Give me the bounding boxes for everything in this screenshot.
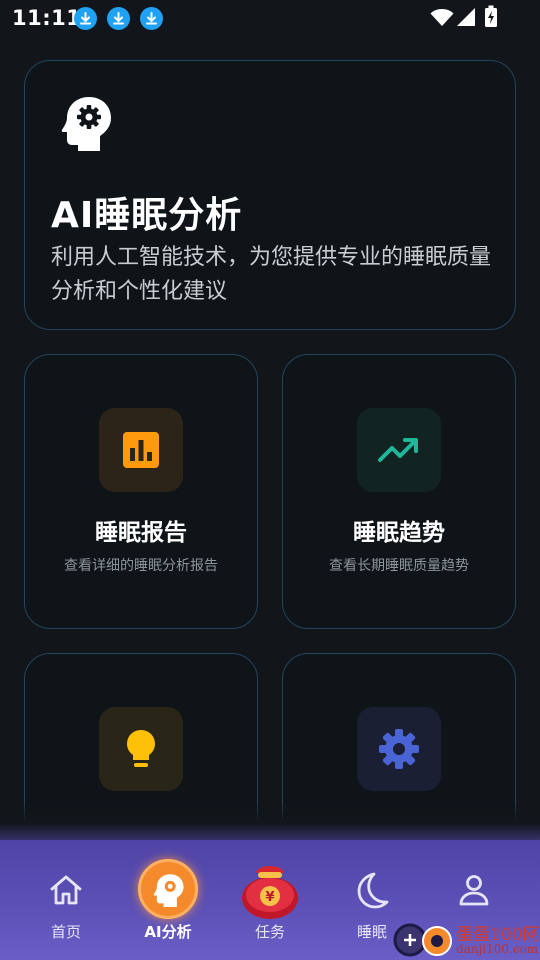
hero-title: AI睡眠分析 bbox=[51, 195, 243, 236]
head-gear-icon bbox=[61, 97, 111, 151]
sleep-trend-icon-tile bbox=[357, 408, 441, 492]
sleep-report-icon-tile bbox=[99, 408, 183, 492]
watermark: 蛋蛋100网 danji100.com bbox=[390, 918, 540, 960]
nav-home[interactable]: 首页 bbox=[16, 840, 116, 960]
gear-icon bbox=[379, 729, 419, 769]
scroll-fade bbox=[0, 800, 540, 842]
download-icon bbox=[107, 7, 130, 30]
wifi-icon bbox=[430, 9, 454, 26]
trending-up-icon bbox=[378, 438, 418, 462]
home-icon bbox=[50, 875, 82, 905]
card-title: 睡眠趋势 bbox=[353, 520, 445, 546]
nav-label: 任务 bbox=[254, 923, 285, 941]
watermark-url: danji100.com bbox=[456, 942, 539, 956]
moon-icon bbox=[357, 872, 389, 909]
status-bar: 11:11 bbox=[0, 0, 540, 38]
lightbulb-icon bbox=[127, 730, 155, 767]
card-subtitle: 查看长期睡眠质量趋势 bbox=[329, 558, 469, 574]
nav-tasks[interactable]: ¥ 任务 bbox=[220, 840, 320, 960]
card-title: 睡眠报告 bbox=[95, 520, 187, 546]
tips-icon-tile bbox=[99, 707, 183, 791]
ai-sleep-analysis-card: AI睡眠分析 利用人工智能技术，为您提供专业的睡眠质量分析和个性化建议 bbox=[24, 60, 516, 330]
hero-description: 利用人工智能技术，为您提供专业的睡眠质量分析和个性化建议 bbox=[51, 245, 492, 304]
settings-icon-tile bbox=[357, 707, 441, 791]
battery-charging-icon bbox=[485, 5, 497, 27]
nav-ai-analysis[interactable]: AI分析 bbox=[118, 840, 218, 960]
head-gear-icon bbox=[153, 874, 184, 907]
nav-label: 首页 bbox=[50, 923, 81, 941]
sleep-trend-card[interactable]: 睡眠趋势 查看长期睡眠质量趋势 bbox=[282, 354, 516, 629]
signal-icon bbox=[457, 8, 475, 26]
person-icon bbox=[459, 875, 489, 906]
download-icon bbox=[140, 7, 163, 30]
nav-label: AI分析 bbox=[144, 923, 192, 941]
active-tab-bubble bbox=[138, 859, 198, 919]
status-time: 11:11 bbox=[12, 6, 82, 30]
money-bag-icon: ¥ bbox=[242, 866, 298, 919]
watermark-logo-icon bbox=[393, 923, 452, 957]
download-icon bbox=[74, 7, 97, 30]
card-subtitle: 查看详细的睡眠分析报告 bbox=[64, 558, 218, 574]
bar-chart-icon bbox=[123, 432, 159, 468]
svg-text:¥: ¥ bbox=[265, 890, 274, 905]
sleep-report-card[interactable]: 睡眠报告 查看详细的睡眠分析报告 bbox=[24, 354, 258, 629]
